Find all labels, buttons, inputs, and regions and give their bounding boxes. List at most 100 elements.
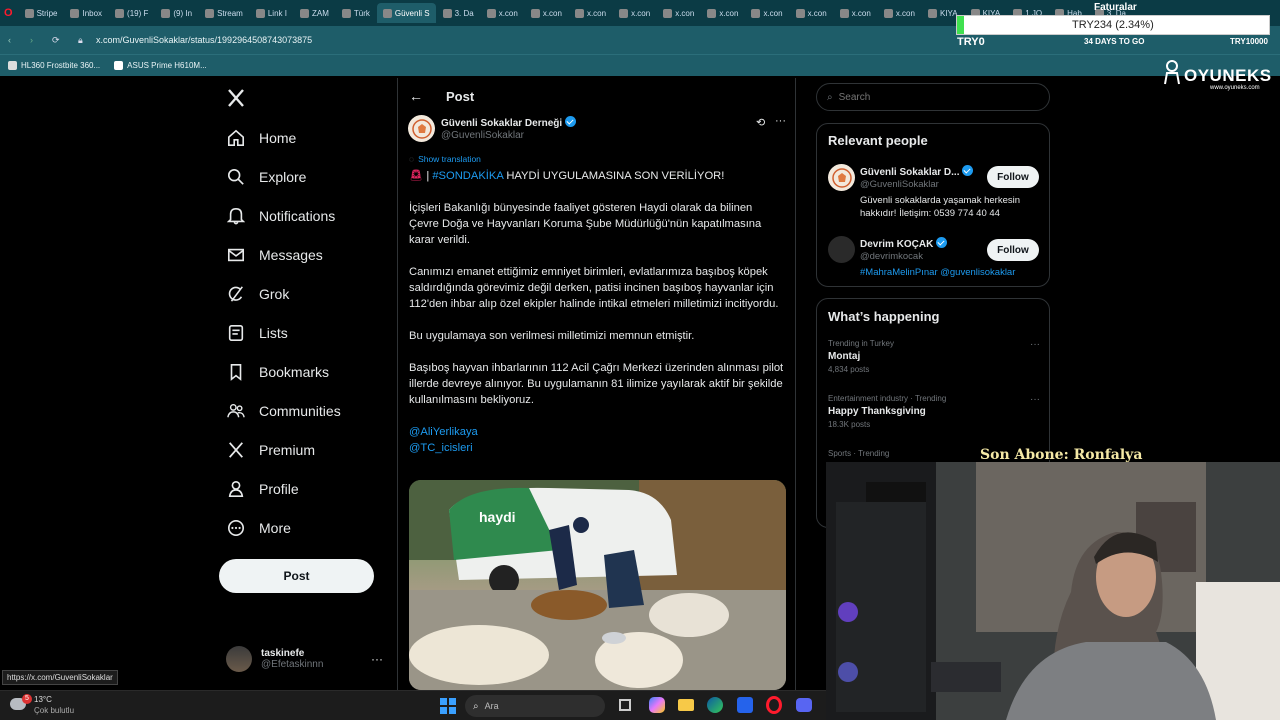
browser-tab[interactable]: x.con xyxy=(790,3,833,23)
copilot-icon[interactable] xyxy=(649,697,665,713)
person-avatar[interactable] xyxy=(828,236,855,263)
person-handle[interactable]: @GuvenliSokaklar xyxy=(860,179,939,190)
author-handle[interactable]: @GuvenliSokaklar xyxy=(441,130,524,141)
trend-item[interactable]: Trending in Turkey Montaj 4,834 posts ··· xyxy=(828,339,1040,374)
trend-item[interactable]: Entertainment industry · Trending Happy T… xyxy=(828,394,1040,429)
nav-item-notifications[interactable]: Notifications xyxy=(218,196,398,235)
nav-item-bookmarks[interactable]: Bookmarks xyxy=(218,352,398,391)
person-name[interactable]: Güvenli Sokaklar D... xyxy=(860,167,959,178)
browser-tab[interactable]: (9) In xyxy=(155,3,198,23)
back-arrow-icon[interactable]: ← xyxy=(409,88,423,104)
search-input[interactable] xyxy=(838,91,1019,103)
nav-item-home[interactable]: Home xyxy=(218,118,398,157)
browser-tab[interactable]: Link I xyxy=(250,3,293,23)
nav-item-premium[interactable]: Premium xyxy=(218,430,398,469)
tab-favicon-icon xyxy=(839,8,849,18)
tab-favicon-icon xyxy=(70,8,80,18)
reload-icon[interactable]: ⟳ xyxy=(52,35,66,46)
browser-tab[interactable]: x.con xyxy=(525,3,568,23)
account-switcher[interactable]: taskinefe @Efetaskinnn ··· xyxy=(226,642,386,676)
person-avatar[interactable] xyxy=(828,164,855,191)
trend-context: Entertainment industry · Trending xyxy=(828,394,947,403)
person-name[interactable]: Devrim KOÇAK xyxy=(860,239,933,250)
post-image[interactable]: haydi xyxy=(409,480,786,690)
x-logo-icon[interactable] xyxy=(226,88,246,108)
windows-start-icon[interactable] xyxy=(440,698,456,714)
nav-item-communities[interactable]: Communities xyxy=(218,391,398,430)
browser-tab[interactable]: x.con xyxy=(834,3,877,23)
hashtag-link[interactable]: #SONDAKİKA xyxy=(432,170,503,182)
notification-badge: 5 xyxy=(22,694,32,704)
person-bio[interactable]: #MahraMelinPınar @guvenlisokaklar xyxy=(860,267,1015,278)
verified-badge-icon xyxy=(962,165,974,176)
browser-tab[interactable]: (19) F xyxy=(109,3,154,23)
author-avatar[interactable] xyxy=(408,115,435,142)
nav-item-lists[interactable]: Lists xyxy=(218,313,398,352)
search-icon: ⌕ xyxy=(473,700,479,712)
nav-item-label: More xyxy=(259,519,291,536)
trend-more-icon[interactable]: ··· xyxy=(1030,394,1040,405)
browser-tab[interactable]: x.con xyxy=(613,3,656,23)
nav-item-label: Messages xyxy=(259,246,323,263)
browser-tab[interactable]: x.con xyxy=(701,3,744,23)
browser-tab[interactable]: x.con xyxy=(657,3,700,23)
forward-icon[interactable]: › xyxy=(30,35,44,45)
tab-favicon-icon xyxy=(161,8,171,18)
browser-tab[interactable]: ZAM xyxy=(294,3,335,23)
person-bio: Güvenli sokaklarda yaşamak herkesin hakk… xyxy=(860,195,1020,219)
nav-item-profile[interactable]: Profile xyxy=(218,469,398,508)
tab-favicon-icon xyxy=(707,8,717,18)
goal-progress-fill xyxy=(957,16,965,34)
author-name[interactable]: Güvenli Sokaklar Derneği xyxy=(441,118,562,129)
post-button[interactable]: Post xyxy=(219,559,374,593)
taskbar-search[interactable]: ⌕ Ara xyxy=(465,695,605,717)
mention-link[interactable]: @AliYerlikaya xyxy=(409,424,784,440)
webcam-feed xyxy=(826,462,1280,720)
search-box[interactable]: ⌕ xyxy=(816,83,1050,111)
nav-item-more[interactable]: More xyxy=(218,508,398,547)
nav-item-explore[interactable]: Explore xyxy=(218,157,398,196)
browser-tab[interactable]: Stream xyxy=(199,3,249,23)
tab-favicon-icon xyxy=(255,8,265,18)
nav-item-label: Bookmarks xyxy=(259,363,330,380)
opera-logo-icon[interactable]: O xyxy=(4,7,13,19)
trend-more-icon[interactable]: ··· xyxy=(1030,339,1040,350)
browser-tab[interactable]: Türk xyxy=(336,3,376,23)
nav-item-label: Notifications xyxy=(259,207,336,224)
mention-link[interactable]: @TC_icisleri xyxy=(409,440,784,456)
more-dots-icon[interactable]: ··· xyxy=(371,652,383,666)
person-handle[interactable]: @devrimkocak xyxy=(860,251,923,262)
last-subscriber-label: Son Abone: Ronfalya xyxy=(980,447,1143,463)
bookmark-item[interactable]: ASUS Prime H610M... xyxy=(114,61,207,70)
store-icon[interactable] xyxy=(737,697,753,713)
nav-item-messages[interactable]: Messages xyxy=(218,235,398,274)
browser-tab[interactable]: Stripe xyxy=(19,3,64,23)
task-view-icon[interactable] xyxy=(619,699,631,711)
browser-tab[interactable]: x.con xyxy=(481,3,524,23)
browser-tab[interactable]: Inbox xyxy=(64,3,108,23)
bookmark-item[interactable]: HL360 Frostbite 360... xyxy=(8,61,100,70)
opera-taskbar-icon[interactable] xyxy=(766,696,782,714)
follow-button[interactable]: Follow xyxy=(987,166,1039,188)
relevant-people-title: Relevant people xyxy=(828,133,928,148)
grok-explain-icon[interactable]: ⟲ xyxy=(756,116,765,129)
post-paragraph: Başıboş hayvan ihbarlarının 112 Acil Çağ… xyxy=(409,362,784,406)
weather-widget[interactable]: 5 13°C Çok bulutlu xyxy=(8,694,108,718)
back-icon[interactable]: ‹ xyxy=(8,35,22,45)
browser-tab[interactable]: x.con xyxy=(569,3,612,23)
discord-icon[interactable] xyxy=(796,698,812,712)
follow-button[interactable]: Follow xyxy=(987,239,1039,261)
show-translation-link[interactable]: ◌ Show translation xyxy=(409,154,481,164)
edge-browser-icon[interactable] xyxy=(707,697,723,713)
browser-tab[interactable]: x.con xyxy=(878,3,921,23)
post-more-icon[interactable]: ··· xyxy=(775,115,786,127)
browser-tab[interactable]: 3. Da xyxy=(437,3,480,23)
lock-icon: 🔒︎ xyxy=(78,34,83,45)
relevant-people-card: Relevant people Güvenli Sokaklar D... @G… xyxy=(816,123,1050,287)
nav-item-grok[interactable]: Grok xyxy=(218,274,398,313)
more-circle-icon xyxy=(227,519,245,536)
url-text[interactable]: x.com/GuvenliSokaklar/status/19929645087… xyxy=(96,35,312,45)
browser-tab[interactable]: x.con xyxy=(745,3,788,23)
browser-tab[interactable]: Güvenli S xyxy=(376,3,436,23)
file-explorer-icon[interactable] xyxy=(678,699,694,711)
